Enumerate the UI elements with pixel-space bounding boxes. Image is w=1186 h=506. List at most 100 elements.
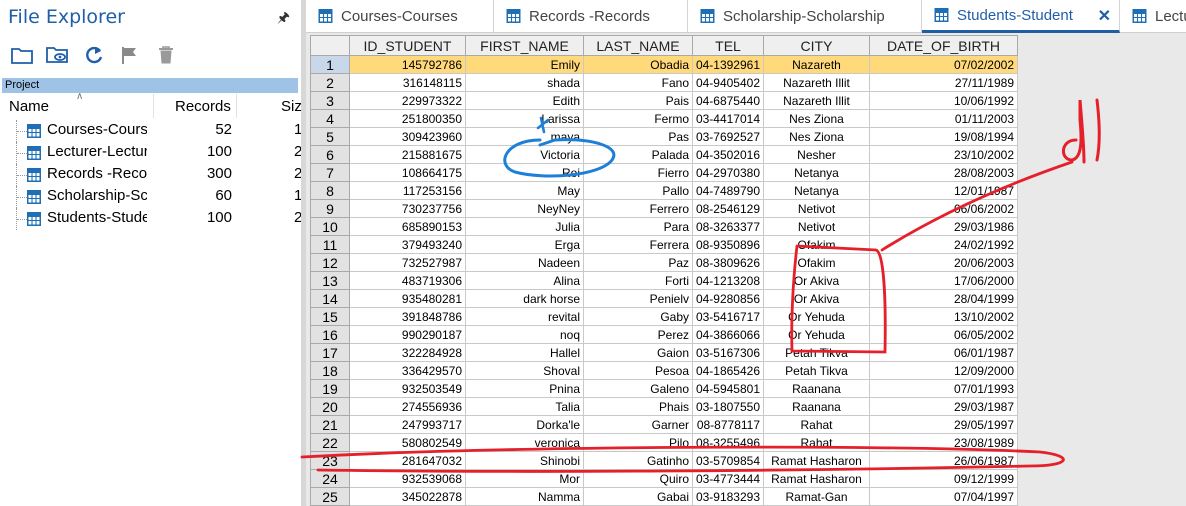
cell-tel[interactable]: 03-5416717 — [692, 307, 764, 326]
cell-first-name[interactable]: Hallel — [465, 343, 584, 362]
cell-first-name[interactable]: maya — [465, 127, 584, 146]
cell-last-name[interactable]: Palada — [583, 145, 693, 164]
cell-date-of-birth[interactable]: 01/11/2003 — [869, 109, 1018, 128]
column-name[interactable]: Name — [9, 98, 49, 115]
cell-tel[interactable]: 04-9405402 — [692, 73, 764, 92]
cell-city[interactable]: Or Akiva — [763, 271, 870, 290]
cell-last-name[interactable]: Phais — [583, 397, 693, 416]
cell-last-name[interactable]: Fano — [583, 73, 693, 92]
cell-last-name[interactable]: Ferrero — [583, 199, 693, 218]
row-number[interactable]: 12 — [310, 253, 350, 272]
cell-last-name[interactable]: Penielv — [583, 289, 693, 308]
table-row[interactable]: 16 990290187 noq Perez 04-3866066 Or Yehuda 06… — [310, 325, 1018, 344]
cell-date-of-birth[interactable]: 23/10/2002 — [869, 145, 1018, 164]
cell-first-name[interactable]: dark horse — [465, 289, 584, 308]
row-number[interactable]: 15 — [310, 307, 350, 326]
cell-last-name[interactable]: Gabai — [583, 487, 693, 506]
refresh-icon[interactable] — [80, 43, 107, 67]
cell-tel[interactable]: 03-7692527 — [692, 127, 764, 146]
cell-city[interactable]: Petah Tikva — [763, 343, 870, 362]
data-grid[interactable]: ID_STUDENT FIRST_NAME LAST_NAME TEL CITY DATE… — [310, 35, 1018, 506]
cell-id-student[interactable]: 309423960 — [349, 127, 466, 146]
cell-city[interactable]: Nazareth Illit — [763, 73, 870, 92]
cell-last-name[interactable]: Perez — [583, 325, 693, 344]
row-number[interactable]: 9 — [310, 199, 350, 218]
cell-tel[interactable]: 03-4773444 — [692, 469, 764, 488]
cell-date-of-birth[interactable]: 28/04/1999 — [869, 289, 1018, 308]
table-row[interactable]: 9 730237756 NeyNey Ferrero 08-2546129 Netivot… — [310, 199, 1018, 218]
cell-city[interactable]: Nes Ziona — [763, 109, 870, 128]
row-number[interactable]: 18 — [310, 361, 350, 380]
cell-date-of-birth[interactable]: 17/06/2000 — [869, 271, 1018, 290]
row-number[interactable]: 21 — [310, 415, 350, 434]
cell-city[interactable]: Petah Tikva — [763, 361, 870, 380]
cell-first-name[interactable]: Larissa — [465, 109, 584, 128]
cell-id-student[interactable]: 685890153 — [349, 217, 466, 236]
cell-last-name[interactable]: Obadia — [583, 55, 693, 74]
column-header[interactable]: DATE_OF_BIRTH — [869, 35, 1018, 56]
column-size[interactable]: Siz — [281, 98, 301, 115]
table-row[interactable]: 14 935480281 dark horse Penielv 04-9280856 Or… — [310, 289, 1018, 308]
tree-item[interactable]: Courses-Courses 52 1 — [0, 120, 301, 142]
cell-first-name[interactable]: Erga — [465, 235, 584, 254]
cell-date-of-birth[interactable]: 06/05/2002 — [869, 325, 1018, 344]
table-row[interactable]: 15 391848786 revital Gaby 03-5416717 Or Yehud… — [310, 307, 1018, 326]
table-row[interactable]: 12 732527987 Nadeen Paz 08-3809626 Ofakim 20/0… — [310, 253, 1018, 272]
tab[interactable]: Lectu — [1120, 0, 1186, 33]
column-header[interactable]: TEL — [692, 35, 764, 56]
table-row[interactable]: 21 247993717 Dorka'le Garner 08-8778117 Rahat… — [310, 415, 1018, 434]
cell-first-name[interactable]: Shoval — [465, 361, 584, 380]
cell-tel[interactable]: 04-7489790 — [692, 181, 764, 200]
cell-city[interactable]: Or Yehuda — [763, 307, 870, 326]
cell-first-name[interactable]: Dorka'le — [465, 415, 584, 434]
cell-last-name[interactable]: Pilo — [583, 433, 693, 452]
row-number[interactable]: 14 — [310, 289, 350, 308]
cell-city[interactable]: Netanya — [763, 181, 870, 200]
cell-date-of-birth[interactable]: 29/05/1997 — [869, 415, 1018, 434]
table-row[interactable]: 1 145792786 Emily Obadia 04-1392961 Nazareth 0… — [310, 55, 1018, 74]
column-records[interactable]: Records — [175, 98, 231, 115]
cell-id-student[interactable]: 336429570 — [349, 361, 466, 380]
cell-first-name[interactable]: Nadeen — [465, 253, 584, 272]
cell-first-name[interactable]: Roi — [465, 163, 584, 182]
cell-date-of-birth[interactable]: 09/12/1999 — [869, 469, 1018, 488]
cell-last-name[interactable]: Gaion — [583, 343, 693, 362]
cell-last-name[interactable]: Gatinho — [583, 451, 693, 470]
trash-icon[interactable] — [152, 43, 179, 67]
cell-date-of-birth[interactable]: 29/03/1986 — [869, 217, 1018, 236]
cell-last-name[interactable]: Galeno — [583, 379, 693, 398]
cell-last-name[interactable]: Pesoa — [583, 361, 693, 380]
cell-city[interactable]: Nazareth — [763, 55, 870, 74]
cell-first-name[interactable]: Alina — [465, 271, 584, 290]
cell-last-name[interactable]: Gaby — [583, 307, 693, 326]
cell-city[interactable]: Or Yehuda — [763, 325, 870, 344]
cell-date-of-birth[interactable]: 23/08/1989 — [869, 433, 1018, 452]
cell-first-name[interactable]: revital — [465, 307, 584, 326]
cell-first-name[interactable]: veronica — [465, 433, 584, 452]
cell-first-name[interactable]: NeyNey — [465, 199, 584, 218]
table-row[interactable]: 18 336429570 Shoval Pesoa 04-1865426 Petah Ti… — [310, 361, 1018, 380]
row-number[interactable]: 24 — [310, 469, 350, 488]
cell-id-student[interactable]: 990290187 — [349, 325, 466, 344]
cell-city[interactable]: Nes Ziona — [763, 127, 870, 146]
cell-id-student[interactable]: 247993717 — [349, 415, 466, 434]
cell-id-student[interactable]: 391848786 — [349, 307, 466, 326]
cell-city[interactable]: Netivot — [763, 217, 870, 236]
cell-first-name[interactable]: Namma — [465, 487, 584, 506]
cell-city[interactable]: Nesher — [763, 145, 870, 164]
cell-date-of-birth[interactable]: 27/11/1989 — [869, 73, 1018, 92]
open-folder-icon[interactable] — [8, 43, 35, 67]
cell-tel[interactable]: 08-9350896 — [692, 235, 764, 254]
cell-city[interactable]: Netanya — [763, 163, 870, 182]
tree-item[interactable]: Scholarship-Scholarship 60 1 — [0, 186, 301, 208]
cell-id-student[interactable]: 281647032 — [349, 451, 466, 470]
cell-city[interactable]: Ofakim — [763, 253, 870, 272]
cell-id-student[interactable]: 935480281 — [349, 289, 466, 308]
table-row[interactable]: 25 345022878 Namma Gabai 03-9183293 Ramat-Gan… — [310, 487, 1018, 506]
cell-tel[interactable]: 04-9280856 — [692, 289, 764, 308]
column-divider[interactable] — [153, 94, 154, 118]
cell-city[interactable]: Rahat — [763, 415, 870, 434]
table-row[interactable]: 3 229973322 Edith Pais 04-6875440 Nazareth Il… — [310, 91, 1018, 110]
row-number[interactable]: 4 — [310, 109, 350, 128]
cell-last-name[interactable]: Garner — [583, 415, 693, 434]
